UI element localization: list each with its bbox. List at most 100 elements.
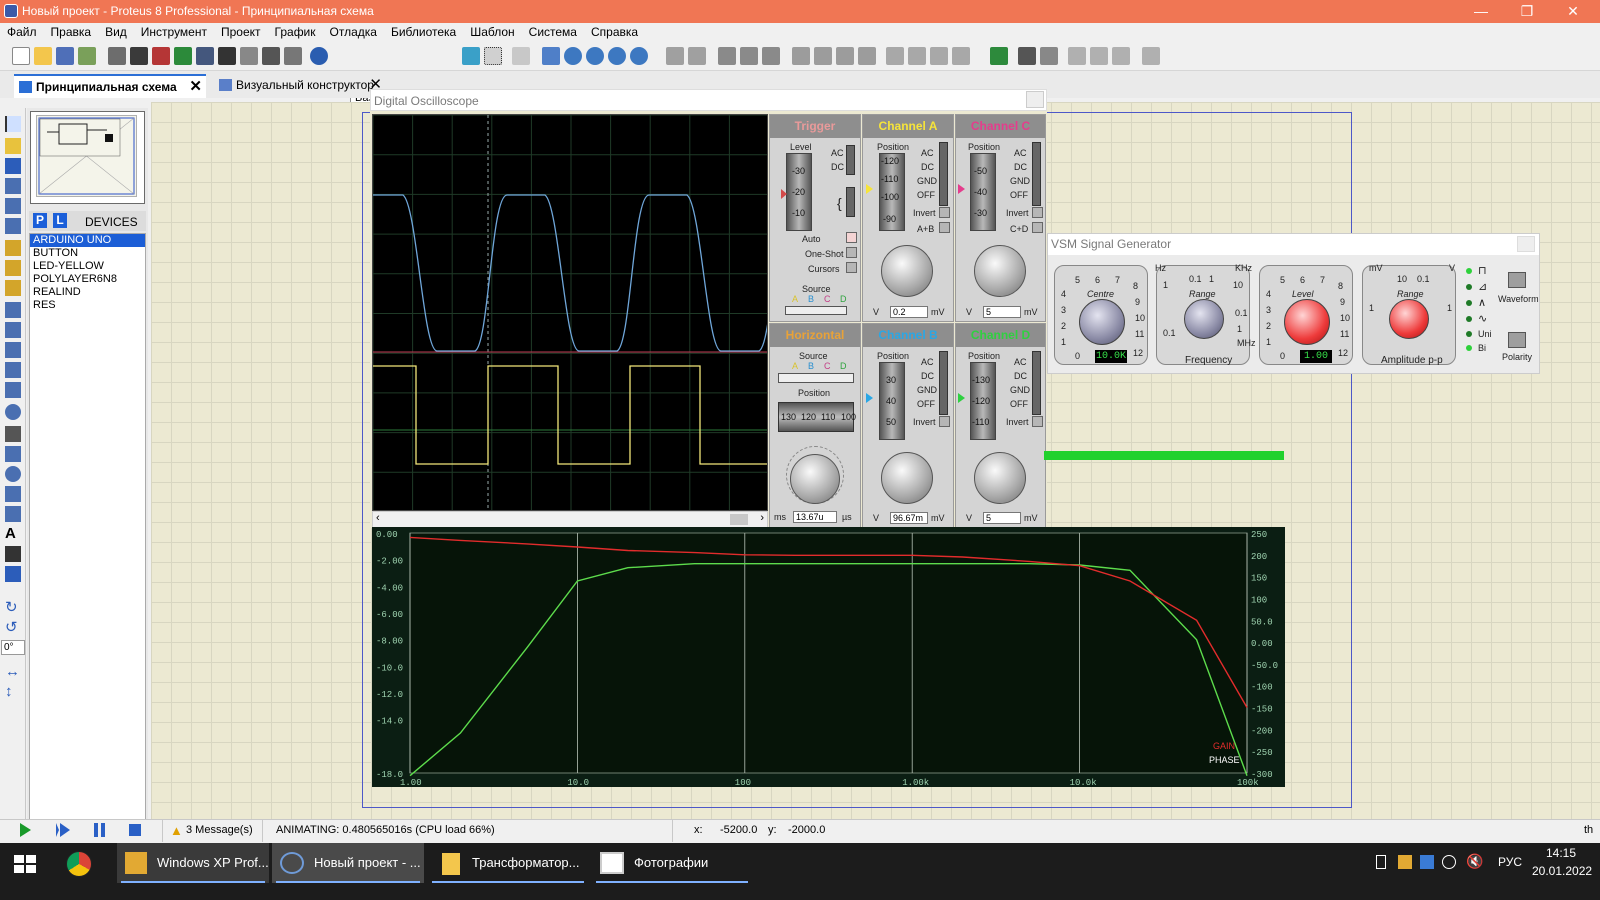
remove-sheet-icon[interactable]: [1090, 47, 1108, 65]
language-indicator[interactable]: РУС: [1498, 855, 1522, 869]
list-item[interactable]: POLYLAYER6N8: [30, 273, 145, 286]
menu-help[interactable]: Справка: [584, 23, 645, 42]
pick-device-icon[interactable]: [886, 47, 904, 65]
pcb-icon[interactable]: [152, 47, 170, 65]
current-probe-icon[interactable]: [5, 382, 21, 398]
volume-muted-icon[interactable]: 🔇: [1466, 853, 1483, 870]
horizontal-timebase-knob[interactable]: [790, 454, 840, 504]
text-script-icon[interactable]: [5, 198, 21, 214]
undo-icon[interactable]: [666, 47, 684, 65]
task-photos[interactable]: Фотографии: [592, 843, 752, 883]
close-icon[interactable]: ✕: [189, 76, 202, 98]
channel-b-invert-toggle[interactable]: [939, 416, 950, 427]
rotate-ccw-icon[interactable]: ↺: [5, 620, 21, 636]
3d-view-icon[interactable]: [174, 47, 192, 65]
horizontal-source-slider[interactable]: [778, 373, 854, 383]
device-pins-icon[interactable]: [5, 280, 21, 296]
block-move-icon[interactable]: [814, 47, 832, 65]
oscilloscope-scrollbar[interactable]: ‹ ›: [372, 511, 768, 528]
list-item[interactable]: RES: [30, 299, 145, 312]
messages-count[interactable]: 3 Message(s): [186, 824, 253, 836]
terminals-icon[interactable]: [5, 260, 21, 276]
component-mode-icon[interactable]: [5, 138, 21, 154]
voltage-probe-icon[interactable]: [5, 362, 21, 378]
level-knob[interactable]: [1284, 299, 1330, 345]
channel-a-combine-toggle[interactable]: [939, 222, 950, 233]
marker-icon[interactable]: [5, 566, 21, 582]
pause-icon[interactable]: [94, 823, 105, 837]
frequency-response-graph[interactable]: 0.00 -2.00 -4.00 -6.00 -8.00 -10.0 -12.0 -14.0 -…: [372, 527, 1285, 788]
box-icon[interactable]: [5, 446, 21, 462]
import-icon[interactable]: [78, 47, 96, 65]
open-folder-icon[interactable]: [34, 47, 52, 65]
tab-visual-designer[interactable]: Визуальный конструктор ✕: [214, 74, 386, 98]
clock-date[interactable]: 20.01.2022: [1532, 864, 1592, 878]
list-item[interactable]: REALIND: [30, 286, 145, 299]
channel-b-position-slider[interactable]: 30 40 50: [879, 362, 905, 440]
pick-device-button[interactable]: P: [33, 213, 47, 228]
subcircuit-icon[interactable]: [5, 240, 21, 256]
channel-c-coupling-switch[interactable]: [1032, 142, 1041, 206]
channel-a-position-slider[interactable]: -120 -110 -100 -90: [879, 153, 905, 231]
trigger-cursors-toggle[interactable]: [846, 262, 857, 273]
trigger-edge-switch[interactable]: [846, 187, 855, 217]
exit-to-parent-icon[interactable]: [1112, 47, 1130, 65]
copy-icon[interactable]: [740, 47, 758, 65]
zoom-all-icon[interactable]: [608, 47, 626, 65]
channel-d-position-slider[interactable]: -130 -120 -110: [970, 362, 996, 440]
line-icon[interactable]: [5, 426, 21, 442]
channel-b-coupling-switch[interactable]: [939, 351, 948, 415]
new-sheet-icon[interactable]: [1068, 47, 1086, 65]
menu-view[interactable]: Вид: [98, 23, 134, 42]
trigger-auto-toggle[interactable]: [846, 232, 857, 243]
oscilloscope-screen[interactable]: [372, 114, 768, 511]
waveform-button[interactable]: [1508, 272, 1526, 288]
channel-d-invert-toggle[interactable]: [1032, 416, 1043, 427]
overview-window[interactable]: [30, 111, 145, 204]
windows-start-icon[interactable]: [14, 855, 36, 873]
save-icon[interactable]: [56, 47, 74, 65]
play-icon[interactable]: [20, 823, 31, 837]
close-button[interactable]: ✕: [1550, 0, 1596, 23]
stop-icon[interactable]: [129, 824, 141, 836]
block-delete-icon[interactable]: [858, 47, 876, 65]
scroll-thumb[interactable]: [730, 514, 748, 525]
packaging-tool-icon[interactable]: [930, 47, 948, 65]
tape-recorder-icon[interactable]: [5, 322, 21, 338]
refresh-icon[interactable]: [462, 47, 480, 65]
minimize-button[interactable]: —: [1458, 0, 1504, 23]
circle-icon[interactable]: [5, 466, 21, 482]
text-icon[interactable]: A: [5, 526, 21, 542]
tab-schematic[interactable]: Принципиальная схема ✕: [14, 74, 206, 98]
home-icon[interactable]: [108, 47, 126, 65]
mirror-y-icon[interactable]: ↕: [5, 684, 21, 700]
zoom-out-icon[interactable]: [586, 47, 604, 65]
scroll-left-icon[interactable]: ‹: [376, 512, 380, 524]
channel-a-coupling-switch[interactable]: [939, 142, 948, 206]
list-item[interactable]: LED-YELLOW: [30, 260, 145, 273]
channel-a-invert-toggle[interactable]: [939, 207, 950, 218]
menu-edit[interactable]: Правка: [44, 23, 99, 42]
redo-icon[interactable]: [688, 47, 706, 65]
bom-icon[interactable]: [240, 47, 258, 65]
channel-a-volts-knob[interactable]: [881, 245, 933, 297]
generator-icon[interactable]: [5, 342, 21, 358]
list-item[interactable]: ARDUINO UNO: [30, 234, 145, 247]
signal-generator-window[interactable]: VSM Signal Generator Centre 5 6 7 8 9 10…: [1047, 233, 1540, 374]
new-file-icon[interactable]: [12, 47, 30, 65]
scroll-right-icon[interactable]: ›: [760, 512, 764, 524]
source-code-icon[interactable]: [262, 47, 280, 65]
menu-template[interactable]: Шаблон: [463, 23, 521, 42]
trigger-level-slider[interactable]: -30 -20 -10: [786, 153, 812, 231]
network-warning-icon[interactable]: [1398, 855, 1412, 869]
mirror-x-icon[interactable]: ↔: [5, 664, 21, 680]
menu-tool[interactable]: Инструмент: [134, 23, 214, 42]
virtual-instruments-icon[interactable]: [5, 404, 21, 420]
menu-project[interactable]: Проект: [214, 23, 268, 42]
menu-library[interactable]: Библиотека: [384, 23, 463, 42]
netlist-icon[interactable]: [1142, 47, 1160, 65]
channel-c-invert-toggle[interactable]: [1032, 207, 1043, 218]
channel-c-combine-toggle[interactable]: [1032, 222, 1043, 233]
channel-d-coupling-switch[interactable]: [1032, 351, 1041, 415]
buses-icon[interactable]: [5, 218, 21, 234]
